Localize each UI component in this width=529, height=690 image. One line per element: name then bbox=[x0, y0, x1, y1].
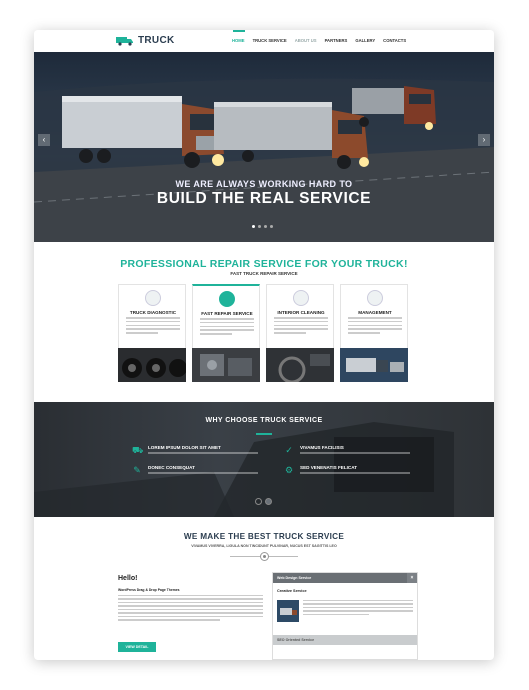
nav-home[interactable]: HOME bbox=[232, 38, 245, 43]
nav-about-us[interactable]: ABOUT US bbox=[295, 38, 317, 43]
feature-text bbox=[148, 452, 258, 454]
best-service-title: WE MAKE THE BEST TRUCK SERVICE bbox=[183, 532, 345, 541]
why-choose-section: WHY CHOOSE TRUCK SERVICE ⛟ LOREM IPSUM D… bbox=[34, 402, 494, 517]
service-image-wheels bbox=[118, 348, 186, 382]
accordion-header-seo[interactable]: SEO Oriented Service bbox=[273, 635, 417, 645]
best-service-subtitle: VIVAMUS VIVERRA, LIGULA NON TINCIDUNT PU… bbox=[191, 544, 337, 548]
service-description bbox=[348, 317, 402, 336]
why-divider bbox=[256, 433, 272, 435]
service-name: TRUCK DIAGNOSTIC bbox=[129, 310, 177, 315]
feature-title: VIVAMUS FACILISIS bbox=[300, 445, 344, 450]
truck-logo-icon bbox=[116, 36, 133, 46]
service-image-interior bbox=[266, 348, 334, 382]
why-pagination bbox=[255, 498, 272, 505]
service-description bbox=[274, 317, 328, 336]
steering-wheel-icon bbox=[293, 290, 309, 306]
accordion-thumbnail bbox=[277, 600, 299, 622]
main-nav: HOME TRUCK SERVICE ABOUT US PARTNERS GAL… bbox=[232, 38, 406, 43]
hero-dot-4[interactable] bbox=[270, 225, 273, 228]
feature-text bbox=[148, 472, 258, 474]
feature-title: LOREM IPSUM DOLOR SIT AMET bbox=[148, 445, 221, 450]
hello-heading: Hello! bbox=[118, 575, 138, 582]
hero-slider: ‹ › WE ARE ALWAYS WORKING HARD TO BUILD … bbox=[34, 52, 494, 242]
hero-dot-3[interactable] bbox=[264, 225, 267, 228]
service-name: FAST REPAIR SERVICE bbox=[201, 311, 253, 316]
page-card: TRUCK HOME TRUCK SERVICE ABOUT US PARTNE… bbox=[34, 30, 494, 660]
service-description bbox=[126, 317, 180, 336]
wrench-icon bbox=[219, 291, 235, 307]
view-detail-button[interactable]: VIEW DETAIL bbox=[118, 642, 156, 652]
logo[interactable]: TRUCK bbox=[116, 35, 175, 46]
hero-pagination bbox=[252, 225, 273, 228]
service-image-fleet bbox=[340, 348, 408, 382]
divider-badge-icon bbox=[260, 552, 269, 561]
check-icon: ✓ bbox=[285, 445, 293, 455]
service-name: MANAGEMENT bbox=[358, 310, 392, 315]
hero-dot-1[interactable] bbox=[252, 225, 255, 228]
service-name: INTERIOR CLEANING bbox=[277, 310, 325, 315]
hero-truck-image bbox=[34, 78, 494, 242]
services-subtitle: FAST TRUCK REPAIR SERVICE bbox=[230, 271, 298, 276]
service-description bbox=[200, 318, 254, 337]
why-title: WHY CHOOSE TRUCK SERVICE bbox=[205, 417, 323, 424]
accordion-header-web-design[interactable]: Web Design Service × bbox=[273, 573, 417, 583]
manager-icon bbox=[367, 290, 383, 306]
why-dot-1[interactable] bbox=[255, 498, 262, 505]
nav-partners[interactable]: PARTNERS bbox=[325, 38, 348, 43]
nav-truck-service[interactable]: TRUCK SERVICE bbox=[253, 38, 287, 43]
nav-gallery[interactable]: GALLERY bbox=[355, 38, 375, 43]
services-accordion: Web Design Service × Creative Service SE… bbox=[272, 572, 418, 660]
accordion-header-label: SEO Oriented Service bbox=[277, 638, 315, 642]
nav-active-indicator bbox=[233, 30, 245, 32]
gears-icon: ⚙ bbox=[284, 465, 294, 475]
service-image-engine bbox=[192, 348, 260, 382]
accordion-item-title: Creative Service bbox=[277, 589, 307, 593]
hero-dot-2[interactable] bbox=[258, 225, 261, 228]
accordion-toggle-icon[interactable]: × bbox=[407, 573, 417, 583]
diagnostic-icon bbox=[145, 290, 161, 306]
truck-icon: ⛟ bbox=[132, 445, 144, 455]
feature-text bbox=[300, 472, 410, 474]
site-header: TRUCK HOME TRUCK SERVICE ABOUT US PARTNE… bbox=[34, 30, 494, 52]
feature-title: DONEC CONSEQUAT bbox=[148, 465, 195, 470]
accordion-header-label: Web Design Service bbox=[277, 576, 312, 580]
nav-contacts[interactable]: CONTACTS bbox=[383, 38, 406, 43]
wrench-icon: ✎ bbox=[133, 465, 141, 475]
services-title: PROFESSIONAL REPAIR SERVICE FOR YOUR TRU… bbox=[120, 258, 408, 270]
hero-tagline: WE ARE ALWAYS WORKING HARD TO bbox=[175, 179, 353, 189]
hello-subtitle: WordPress Drag & Drop Page Themes bbox=[118, 588, 180, 592]
feature-text bbox=[300, 452, 410, 454]
why-dot-2[interactable] bbox=[265, 498, 272, 505]
hero-headline: BUILD THE REAL SERVICE bbox=[156, 190, 372, 207]
accordion-item-text bbox=[303, 600, 413, 617]
logo-text: TRUCK bbox=[138, 35, 175, 46]
hello-paragraph bbox=[118, 595, 263, 623]
hero-next-button[interactable]: › bbox=[478, 134, 490, 146]
hero-prev-button[interactable]: ‹ bbox=[38, 134, 50, 146]
feature-title: SED VENENATIS FELICAT bbox=[300, 465, 357, 470]
